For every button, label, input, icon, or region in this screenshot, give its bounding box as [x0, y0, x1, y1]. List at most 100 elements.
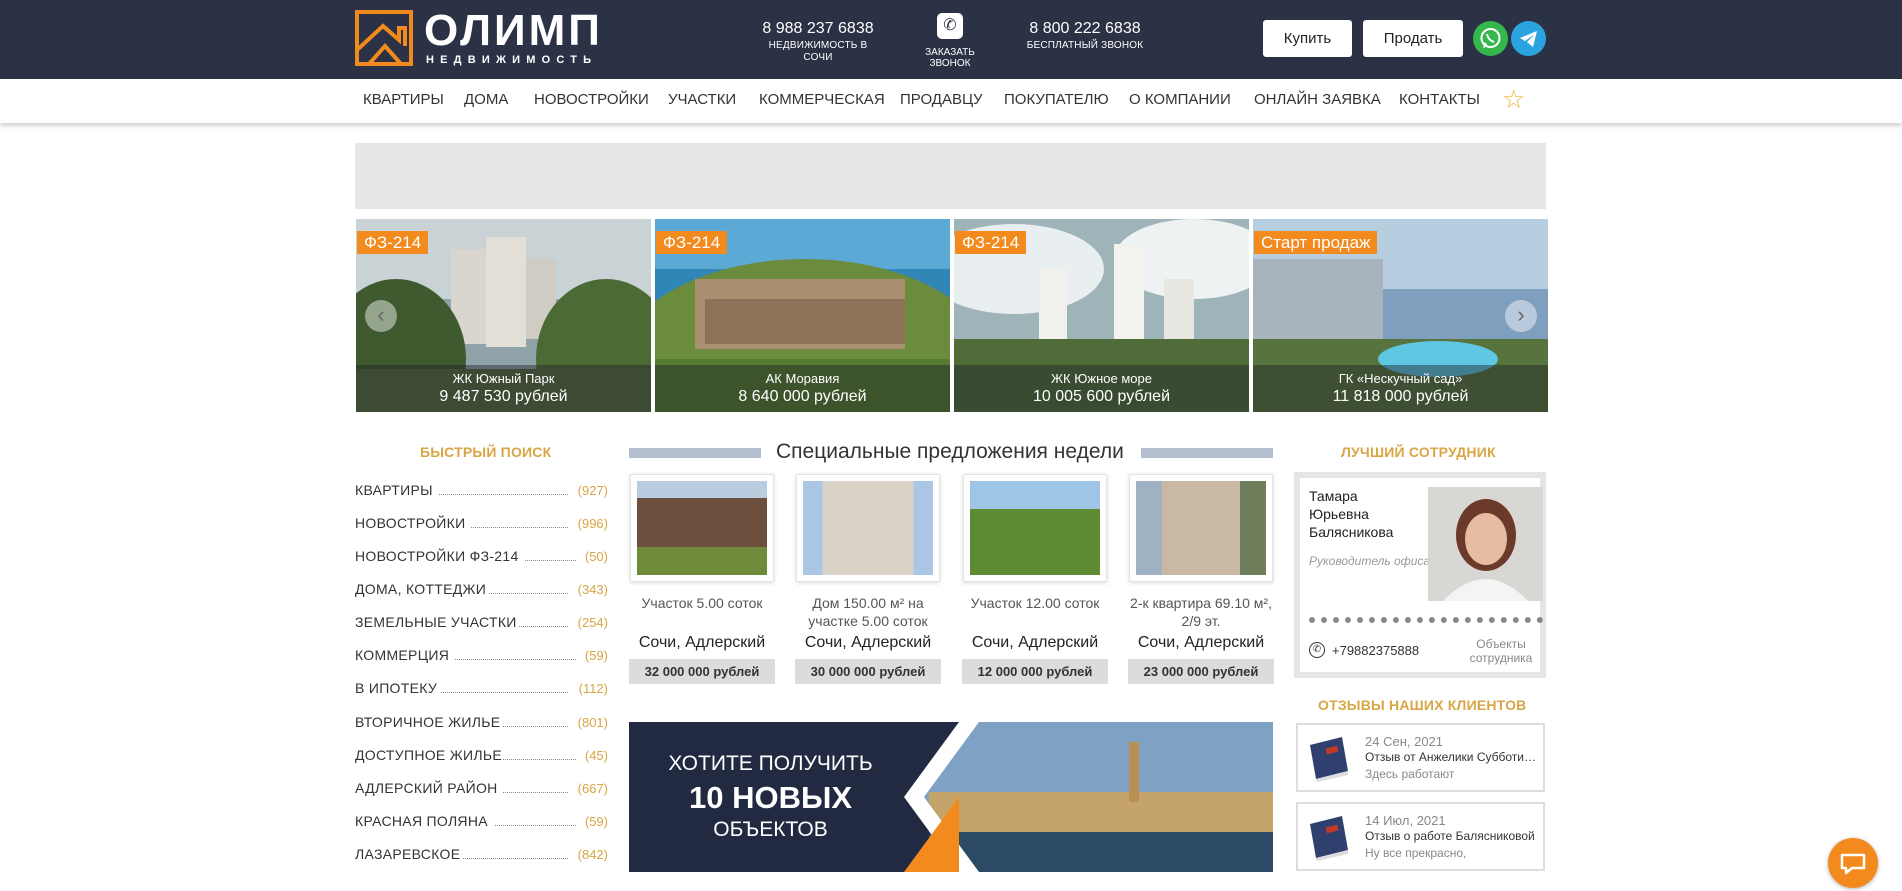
- dotted-leader: [489, 593, 568, 594]
- slide-badge: ФЗ-214: [656, 231, 728, 254]
- review-card[interactable]: 24 Сен, 2021 Отзыв от Анжелики Субботино…: [1296, 723, 1545, 792]
- dotted-leader: [441, 692, 568, 693]
- nav-item-for-seller[interactable]: ПРОДАВЦУ: [900, 91, 983, 108]
- nav-item-houses[interactable]: ДОМА: [464, 91, 508, 108]
- slide-price: 9 487 530 рублей: [439, 388, 568, 405]
- dotted-leader: [519, 626, 568, 627]
- nav-item-commercial[interactable]: КОММЕРЧЕСКАЯ: [759, 91, 885, 108]
- quick-search-item[interactable]: ЛАЗАРЕВСКОЕ (842): [355, 846, 608, 866]
- nav-item-new-buildings[interactable]: НОВОСТРОЙКИ: [534, 91, 649, 108]
- slide-price: 10 005 600 рублей: [1032, 388, 1171, 405]
- quick-search-label: ДОМА, КОТТЕДЖИ: [355, 581, 487, 597]
- review-card[interactable]: 14 Июл, 2021 Отзыв о работе Балясниковой…: [1296, 802, 1545, 871]
- slide-name: ЖК Южное море: [1051, 371, 1152, 386]
- phone-sochi[interactable]: 8 988 237 6838 НЕДВИЖИМОСТЬ В СОЧИ: [758, 19, 878, 64]
- offer-card[interactable]: Участок 5.00 соток Сочи, Адлерский 32 00…: [629, 474, 775, 684]
- quick-search-label: КВАРТИРЫ: [355, 482, 433, 498]
- quick-search-count: (254): [577, 615, 608, 630]
- quick-search-count: (996): [577, 516, 608, 531]
- sell-button[interactable]: Продать: [1363, 20, 1463, 57]
- phone-icon: ✆: [1309, 642, 1325, 658]
- telegram-icon[interactable]: [1511, 21, 1546, 56]
- quick-search-item[interactable]: НОВОСТРОЙКИ ФЗ-214 (50): [355, 548, 608, 568]
- slide-badge: ФЗ-214: [955, 231, 1027, 254]
- quick-search-item[interactable]: КОММЕРЦИЯ (59): [355, 647, 608, 667]
- slide-caption: АК Моравия 8 640 000 рублей: [655, 365, 950, 412]
- banner-line-3: ОБЪЕКТОВ: [713, 818, 828, 841]
- nav-item-contacts[interactable]: КОНТАКТЫ: [1399, 91, 1480, 108]
- quick-search-count: (801): [577, 715, 608, 730]
- nav-item-apartments[interactable]: КВАРТИРЫ: [363, 91, 444, 108]
- reviews-title: ОТЗЫВЫ НАШИХ КЛИЕНТОВ: [1318, 697, 1527, 713]
- offer-description: 2-к квартира 69.10 м², 2/9 эт.: [1130, 595, 1272, 629]
- chat-icon[interactable]: [1828, 838, 1878, 888]
- slider-card[interactable]: Старт продаж ГК «Нескучный сад» 11 818 0…: [1253, 219, 1548, 412]
- dotted-leader: [503, 792, 568, 793]
- quick-search-item[interactable]: КРАСНАЯ ПОЛЯНА (59): [355, 813, 608, 833]
- top-header: ОЛИМП НЕДВИЖИМОСТЬ 8 988 237 6838 НЕДВИЖ…: [0, 0, 1902, 79]
- nav-item-for-buyer[interactable]: ПОКУПАТЕЛЮ: [1004, 91, 1109, 108]
- slider-next-button[interactable]: ›: [1505, 300, 1537, 332]
- nav-item-online-request[interactable]: ОНЛАЙН ЗАЯВКА: [1254, 91, 1381, 108]
- quick-search-title: БЫСТРЫЙ ПОИСК: [420, 444, 552, 460]
- order-call-button[interactable]: ✆ ЗАКАЗАТЬ ЗВОНОК: [905, 13, 995, 69]
- offer-card[interactable]: Участок 12.00 соток Сочи, Адлерский 12 0…: [962, 474, 1108, 684]
- offer-description: Дом 150.00 м² на участке 5.00 соток: [808, 595, 928, 629]
- slider-card[interactable]: ФЗ-214 АК Моравия 8 640 000 рублей: [655, 219, 950, 412]
- special-offers-title: Специальные предложения недели: [776, 440, 1124, 463]
- phone-icon: ✆: [937, 13, 963, 39]
- quick-search-item[interactable]: ЗЕМЕЛЬНЫЕ УЧАСТКИ (254): [355, 614, 608, 634]
- slide-badge: ФЗ-214: [357, 231, 429, 254]
- review-title: Отзыв от Анжелики Субботиной: [1365, 750, 1541, 764]
- phone-free[interactable]: 8 800 222 6838 БЕСПЛАТНЫЙ ЗВОНОК: [1026, 19, 1144, 52]
- dotted-leader: [455, 659, 576, 660]
- quick-search-label: НОВОСТРОЙКИ: [355, 515, 466, 531]
- employee-objects-link[interactable]: Объекты сотрудника: [1462, 637, 1540, 665]
- dotted-leader: [471, 527, 568, 528]
- star-icon[interactable]: ☆: [1502, 86, 1525, 112]
- quick-search-count: (343): [577, 582, 608, 597]
- offer-card[interactable]: 2-к квартира 69.10 м², 2/9 эт. Сочи, Адл…: [1128, 474, 1274, 684]
- quick-search-item[interactable]: ВТОРИЧНОЕ ЖИЛЬЕ (801): [355, 714, 608, 734]
- logo-subtitle: НЕДВИЖИМОСТЬ: [426, 54, 598, 66]
- employee-photo: [1428, 487, 1543, 601]
- phone-caption: БЕСПЛАТНЫЙ ЗВОНОК: [1026, 40, 1144, 51]
- review-book-icon: [1310, 737, 1348, 782]
- nav-item-plots[interactable]: УЧАСТКИ: [668, 91, 736, 108]
- slide-name: ЖК Южный Парк: [452, 371, 555, 386]
- offer-photo: [963, 474, 1107, 582]
- buy-button[interactable]: Купить: [1263, 20, 1352, 57]
- slide-badge: Старт продаж: [1254, 231, 1378, 254]
- slider-card[interactable]: ФЗ-214 ЖК Южный Парк 9 487 530 рублей: [356, 219, 651, 412]
- dotted-leader: [503, 726, 568, 727]
- quick-search-item[interactable]: ДОСТУПНОЕ ЖИЛЬЕ (45): [355, 747, 608, 767]
- dotted-leader: [495, 825, 576, 826]
- slide-caption: ГК «Нескучный сад» 11 818 000 рублей: [1253, 365, 1548, 412]
- site-logo[interactable]: ОЛИМП НЕДВИЖИМОСТЬ: [355, 6, 620, 70]
- order-call-label: ЗАКАЗАТЬ ЗВОНОК: [925, 47, 975, 69]
- offer-city: Сочи, Адлерский: [638, 634, 766, 651]
- slide-price: 11 818 000 рублей: [1332, 388, 1469, 405]
- quick-search-item[interactable]: КВАРТИРЫ (927): [355, 482, 608, 502]
- quick-search-label: КОММЕРЦИЯ: [355, 647, 450, 663]
- quick-search-item[interactable]: НОВОСТРОЙКИ (996): [355, 515, 608, 535]
- review-title: Отзыв о работе Балясниковой: [1365, 829, 1535, 843]
- employee-phone[interactable]: +79882375888: [1332, 643, 1419, 658]
- slider-prev-button[interactable]: ‹: [365, 300, 397, 332]
- logo-word: ОЛИМП: [424, 6, 603, 55]
- whatsapp-icon[interactable]: [1473, 21, 1508, 56]
- quick-search-item[interactable]: В ИПОТЕКУ (112): [355, 680, 608, 700]
- review-excerpt: Здесь работают: [1365, 767, 1455, 781]
- subscribe-banner[interactable]: ХОТИТЕ ПОЛУЧИТЬ 10 НОВЫХ ОБЪЕКТОВ: [629, 722, 1273, 872]
- dotted-leader: [439, 494, 568, 495]
- offer-price: 23 000 000 рублей: [1128, 659, 1274, 684]
- offer-price: 30 000 000 рублей: [795, 659, 941, 684]
- quick-search-item[interactable]: ДОМА, КОТТЕДЖИ (343): [355, 581, 608, 601]
- quick-search-item[interactable]: АДЛЕРСКИЙ РАЙОН (667): [355, 780, 608, 800]
- nav-item-about[interactable]: О КОМПАНИИ: [1129, 91, 1231, 108]
- quick-search-count: (842): [577, 847, 608, 862]
- slider-card[interactable]: ФЗ-214 ЖК Южное море 10 005 600 рублей: [954, 219, 1249, 412]
- quick-search-count: (112): [578, 681, 608, 696]
- main-nav: КВАРТИРЫ ДОМА НОВОСТРОЙКИ УЧАСТКИ КОММЕР…: [0, 79, 1902, 123]
- offer-card[interactable]: Дом 150.00 м² на участке 5.00 соток Сочи…: [795, 474, 941, 684]
